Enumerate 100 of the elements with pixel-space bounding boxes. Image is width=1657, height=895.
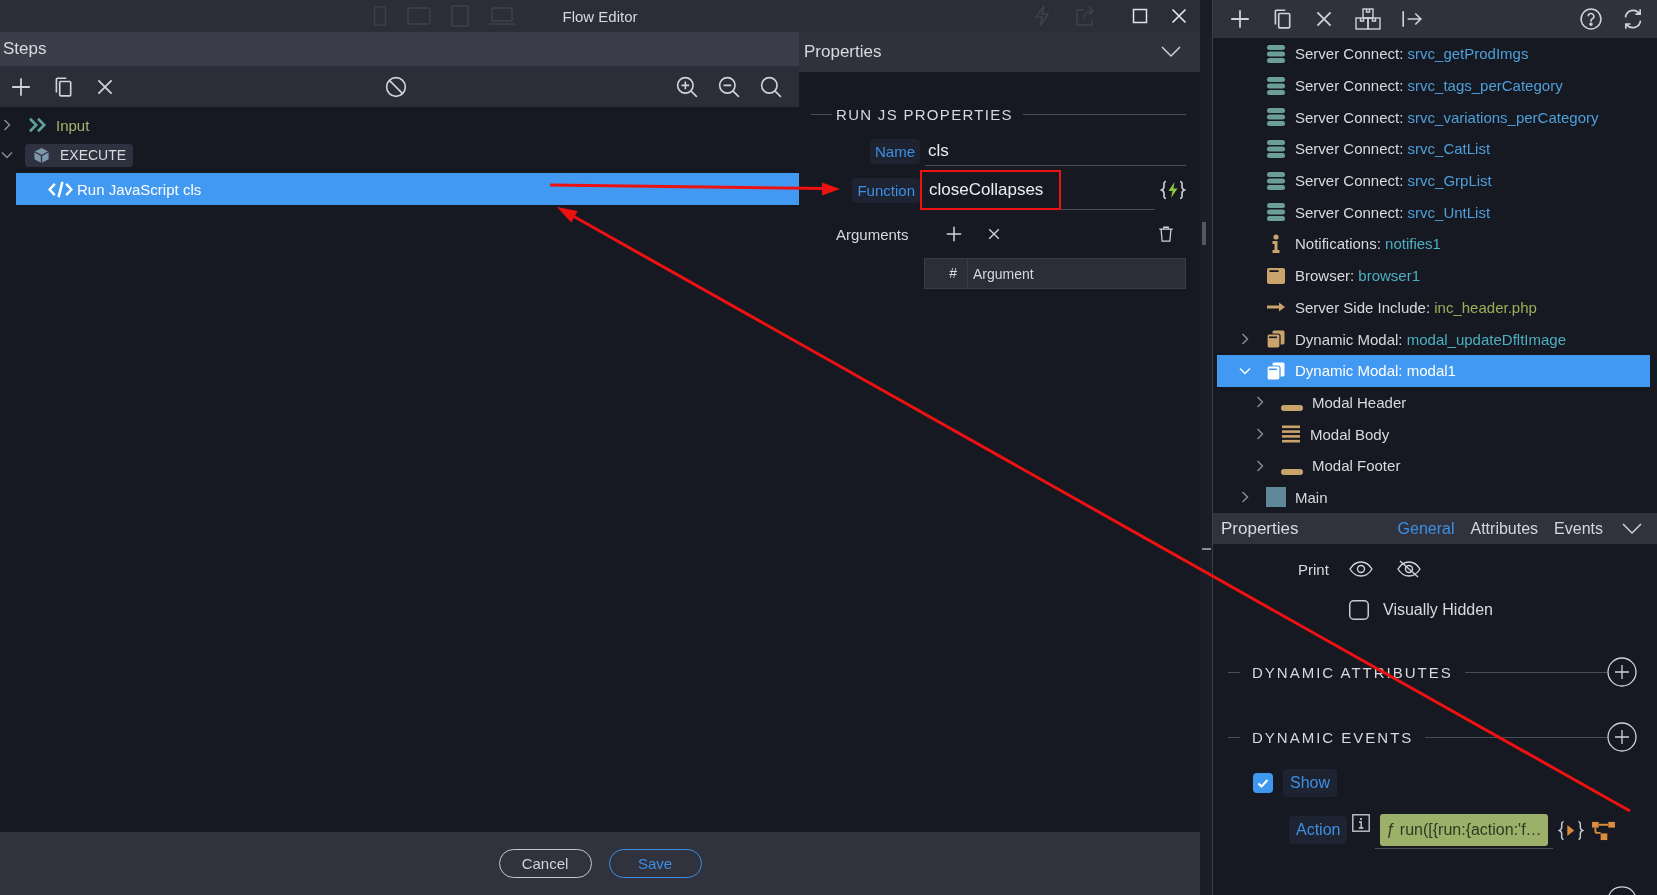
tree-item[interactable]: Modal Footer [1217,449,1650,482]
plus-icon[interactable] [1229,8,1251,30]
splitter-handle [1202,548,1211,550]
refresh-icon[interactable] [1622,8,1644,30]
step-label: Input [56,116,90,134]
tree-item[interactable]: Notifications: notifies1 [1217,228,1650,260]
chevron-right-icon[interactable] [1239,333,1251,346]
eye-slash-icon[interactable] [1396,560,1421,579]
item-label: Server Side Include: inc_header.php [1295,298,1537,316]
scrollbar-thumb [1202,222,1206,245]
field-label: Function [852,177,920,203]
chevron-right-icon[interactable] [1254,396,1266,409]
tree-item[interactable]: Server Connect: srvc_UntList [1217,196,1650,229]
eye-icon[interactable] [1348,561,1373,578]
field-value: cls [927,140,949,161]
lightning-braces-icon[interactable] [1160,180,1186,200]
field-label: Name [870,138,920,164]
chevron-down-icon[interactable] [1161,46,1181,58]
item-label: Main [1295,488,1328,506]
boxes-icon[interactable] [1355,8,1381,30]
close-icon[interactable] [1171,8,1187,24]
bar-icon [1281,468,1303,475]
chevron-right-icon[interactable] [1239,491,1251,504]
field-label: Arguments [836,225,909,243]
stacked-windows-icon [1266,360,1286,381]
plus-icon[interactable] [10,75,32,98]
tab[interactable]: Events [1554,519,1603,538]
maximize-icon[interactable] [1132,8,1148,24]
function-field[interactable]: closeCollapses [920,170,1155,210]
panel-title: Properties [804,42,882,62]
tab[interactable]: General [1397,519,1455,538]
add-circle-icon[interactable] [1607,657,1637,688]
tree-item[interactable]: Server Connect: srvc_tags_perCategory [1217,69,1650,102]
field-label: Action [1289,816,1348,845]
chevron-right-icon[interactable] [1254,428,1266,441]
tree-item[interactable]: Server Connect: srvc_variations_perCategory [1217,101,1650,134]
checkbox[interactable] [1253,773,1273,794]
item-label: Dynamic Modal: modal_updateDfltImage [1295,330,1566,348]
item-label: Modal Footer [1312,457,1401,475]
item-label: Modal Body [1310,425,1390,443]
tree-item[interactable]: Server Connect: srvc_GrpList [1217,164,1650,197]
item-label: Server Connect: srvc_getProdImgs [1295,45,1529,63]
tree-item[interactable]: Server Connect: srvc_CatList [1217,133,1650,165]
zoom-in-icon[interactable] [676,75,698,98]
text-field[interactable]: cls [925,136,1186,166]
item-label: Notifications: notifies1 [1295,235,1441,253]
tree-item[interactable]: Input [0,110,799,140]
search-icon[interactable] [760,75,782,98]
tree-item[interactable]: Dynamic Modal: modal_updateDfltImage [1217,323,1650,355]
event-label: Show [1283,769,1338,798]
item-label: Dynamic Modal: modal1 [1295,362,1456,380]
tree-item[interactable]: EXECUTE [25,143,134,167]
play-braces-icon[interactable] [1557,819,1584,841]
tree-item[interactable]: Server Connect: srvc_getProdImgs [1217,38,1650,70]
database-icon [1266,107,1286,128]
database-icon [1266,202,1286,223]
column-header: # [925,259,968,288]
panel-title: Steps [3,39,47,59]
info-icon[interactable] [1352,814,1371,833]
column-header: Argument [972,265,1034,282]
field-value: closeCollapses [920,169,1062,210]
item-label: Modal Header [1312,393,1407,411]
database-icon [1266,170,1286,191]
trash-icon[interactable] [1156,225,1175,243]
chevron-down-icon[interactable] [1,149,13,161]
lines-icon [1281,424,1301,445]
section-title: RUN JS PROPERTIES [836,105,1013,123]
item-label: Server Connect: srvc_tags_perCategory [1295,77,1563,95]
tree-item[interactable]: Modal Body [1217,418,1650,450]
item-label: Server Connect: srvc_variations_perCategory [1295,108,1599,126]
arrow-to-right-icon[interactable] [1401,8,1423,30]
item-label: Server Connect: srvc_CatList [1295,140,1491,158]
disable-icon[interactable] [385,75,407,98]
tree-item[interactable]: Browser: browser1 [1217,259,1650,292]
tab[interactable]: Attributes [1470,519,1539,538]
flow-icon[interactable] [1590,819,1616,841]
database-icon [1266,138,1286,159]
zoom-out-icon[interactable] [718,75,740,98]
help-icon[interactable] [1580,8,1602,30]
item-label: Server Connect: srvc_UntList [1295,203,1491,221]
chevron-right-icon[interactable] [1,119,13,131]
browser-window-icon [1266,265,1286,286]
tree-item[interactable]: Modal Header [1217,386,1650,419]
window-title: Flow Editor [562,7,638,25]
add-circle-icon[interactable] [1607,722,1637,753]
plus-icon[interactable] [944,225,963,243]
cube-icon [33,146,50,164]
chevron-down-icon[interactable] [1622,522,1642,535]
item-label: Server Connect: srvc_GrpList [1295,172,1492,190]
tree-item[interactable]: Main [1217,481,1650,514]
square-icon [1266,487,1286,508]
database-icon [1266,75,1286,96]
tree-item[interactable]: Server Side Include: inc_header.php [1217,291,1650,324]
checkbox[interactable] [1349,600,1369,621]
step-label: EXECUTE [60,147,127,163]
stacked-windows-icon [1266,329,1286,350]
chevron-right-icon[interactable] [1254,459,1266,472]
bar-icon [1281,405,1303,412]
database-icon [1266,43,1286,64]
section-title: DYNAMIC EVENTS [1252,728,1414,746]
